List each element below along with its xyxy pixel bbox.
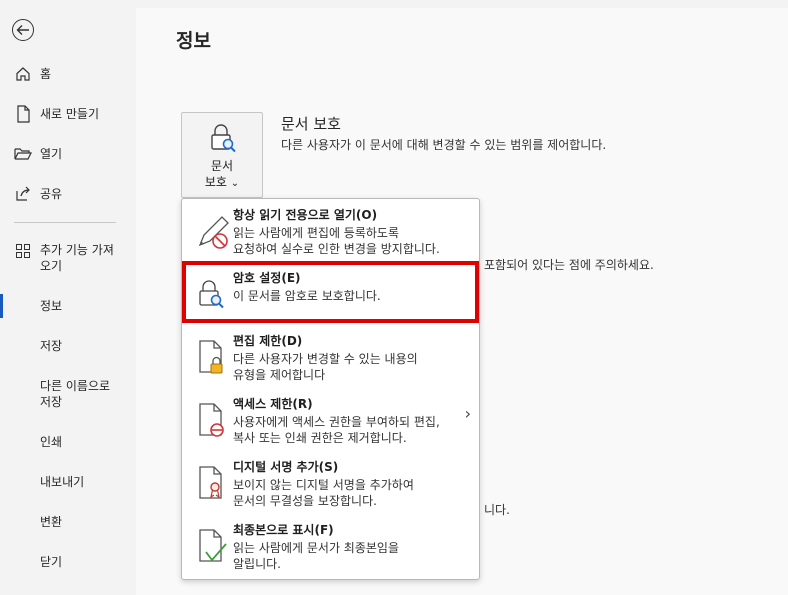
nav-label-line2: 오기 bbox=[40, 259, 63, 273]
menu-item-mark-as-final[interactable]: 최종본으로 표시(F) 읽는 사람에게 문서가 최종본임을 알립니다. bbox=[182, 518, 479, 576]
menu-item-title: 편집 제한(D) bbox=[233, 334, 303, 348]
lock-key-icon bbox=[196, 277, 226, 312]
nav-label: 변환 bbox=[40, 515, 63, 529]
active-indicator bbox=[0, 294, 3, 318]
background-text: 포함되어 있다는 점에 주의하세요. bbox=[484, 258, 654, 272]
arrow-left-icon bbox=[16, 25, 29, 35]
back-button[interactable] bbox=[12, 19, 34, 41]
page-title: 정보 bbox=[176, 30, 211, 52]
document-lock-icon bbox=[196, 337, 228, 380]
menu-item-desc: 보이지 않는 디지털 서명을 추가하여 bbox=[233, 478, 414, 492]
backstage-sidebar: 홈 새로 만들기 열기 공유 추가 기능 가져 오기 정보 저장 다른 이름으로… bbox=[0, 0, 134, 595]
menu-item-desc: 읽는 사람에게 문서가 최종본임을 bbox=[233, 541, 400, 555]
background-text: 니다. bbox=[484, 503, 510, 517]
menu-item-desc: 복사 또는 인쇄 권한은 제거합니다. bbox=[233, 431, 407, 445]
nav-open[interactable]: 열기 bbox=[0, 136, 134, 172]
nav-transform[interactable]: 변환 bbox=[0, 504, 134, 540]
menu-item-desc: 알립니다. bbox=[233, 557, 281, 571]
pencil-no-icon bbox=[196, 211, 230, 254]
menu-item-restrict-editing[interactable]: 편집 제한(D) 다른 사용자가 변경할 수 있는 내용의 유형을 제어합니다 bbox=[182, 329, 479, 387]
nav-home[interactable]: 홈 bbox=[0, 56, 134, 92]
chevron-right-icon: › bbox=[464, 404, 471, 423]
folder-open-icon bbox=[14, 145, 32, 163]
nav-label: 정보 bbox=[40, 299, 63, 313]
menu-item-desc: 다른 사용자가 변경할 수 있는 내용의 bbox=[233, 352, 418, 366]
menu-item-desc: 읽는 사람에게 편집에 등록하도록 bbox=[233, 226, 400, 240]
nav-label: 닫기 bbox=[40, 555, 63, 569]
chevron-down-icon: ⌄ bbox=[230, 178, 240, 189]
protect-document-menu: 항상 읽기 전용으로 열기(O) 읽는 사람에게 편집에 등록하도록 요청하여 … bbox=[181, 198, 480, 580]
menu-item-desc: 이 문서를 암호로 보호합니다. bbox=[233, 289, 381, 303]
nav-label: 홈 bbox=[40, 67, 52, 81]
nav-save-as[interactable]: 다른 이름으로 저장 bbox=[0, 376, 134, 412]
nav-label: 다른 이름으로 bbox=[40, 379, 111, 393]
document-check-icon bbox=[196, 526, 230, 569]
protect-label-1: 문서 bbox=[210, 159, 234, 173]
nav-label: 열기 bbox=[40, 147, 63, 161]
nav-new[interactable]: 새로 만들기 bbox=[0, 96, 134, 132]
nav-print[interactable]: 인쇄 bbox=[0, 424, 134, 460]
new-document-icon bbox=[14, 105, 32, 123]
menu-item-title: 암호 설정(E) bbox=[233, 271, 301, 285]
nav-label: 새로 만들기 bbox=[40, 107, 100, 121]
protect-label-2: 보호 ⌄ bbox=[204, 175, 240, 189]
menu-item-restrict-access[interactable]: 액세스 제한(R) 사용자에게 액세스 권한을 부여하되 편집, 복사 또는 인… bbox=[182, 392, 479, 450]
nav-addins[interactable]: 추가 기능 가져 오기 bbox=[0, 238, 134, 278]
nav-label: 내보내기 bbox=[40, 475, 85, 489]
nav-label: 공유 bbox=[40, 187, 63, 201]
share-icon bbox=[14, 185, 32, 203]
nav-label: 저장 bbox=[40, 339, 63, 353]
menu-item-desc: 사용자에게 액세스 권한을 부여하되 편집, bbox=[233, 415, 440, 429]
nav-label: 인쇄 bbox=[40, 435, 63, 449]
menu-item-encrypt-password[interactable]: 암호 설정(E) 이 문서를 암호로 보호합니다. bbox=[182, 265, 479, 319]
nav-label-line2: 저장 bbox=[40, 395, 63, 409]
section-title: 문서 보호 bbox=[281, 115, 341, 133]
menu-item-always-read-only[interactable]: 항상 읽기 전용으로 열기(O) 읽는 사람에게 편집에 등록하도록 요청하여 … bbox=[182, 203, 479, 263]
home-icon bbox=[14, 65, 32, 83]
nav-share[interactable]: 공유 bbox=[0, 176, 134, 212]
nav-label: 추가 기능 가져 bbox=[40, 243, 114, 257]
nav-export[interactable]: 내보내기 bbox=[0, 464, 134, 500]
menu-item-desc: 유형을 제어합니다 bbox=[233, 368, 326, 382]
menu-item-title: 디지털 서명 추가(S) bbox=[233, 460, 339, 474]
nav-info[interactable]: 정보 bbox=[0, 288, 134, 324]
nav-close[interactable]: 닫기 bbox=[0, 544, 134, 580]
document-restrict-icon bbox=[196, 400, 228, 443]
lock-key-icon bbox=[209, 123, 237, 156]
nav-save[interactable]: 저장 bbox=[0, 328, 134, 364]
menu-item-title: 항상 읽기 전용으로 열기(O) bbox=[233, 208, 378, 222]
protect-document-button[interactable]: 문서 보호 ⌄ bbox=[181, 112, 263, 198]
menu-item-title: 액세스 제한(R) bbox=[233, 397, 313, 411]
document-ribbon-icon bbox=[196, 463, 228, 506]
menu-item-desc: 요청하여 실수로 인한 변경을 방지합니다. bbox=[233, 242, 440, 256]
menu-item-desc: 문서의 무결성을 보장합니다. bbox=[233, 494, 377, 508]
sidebar-divider bbox=[14, 222, 116, 223]
section-description: 다른 사용자가 이 문서에 대해 변경할 수 있는 범위를 제어합니다. bbox=[281, 138, 607, 152]
menu-item-digital-signature[interactable]: 디지털 서명 추가(S) 보이지 않는 디지털 서명을 추가하여 문서의 무결성… bbox=[182, 455, 479, 513]
addins-icon bbox=[14, 242, 32, 260]
menu-item-title: 최종본으로 표시(F) bbox=[233, 523, 334, 537]
